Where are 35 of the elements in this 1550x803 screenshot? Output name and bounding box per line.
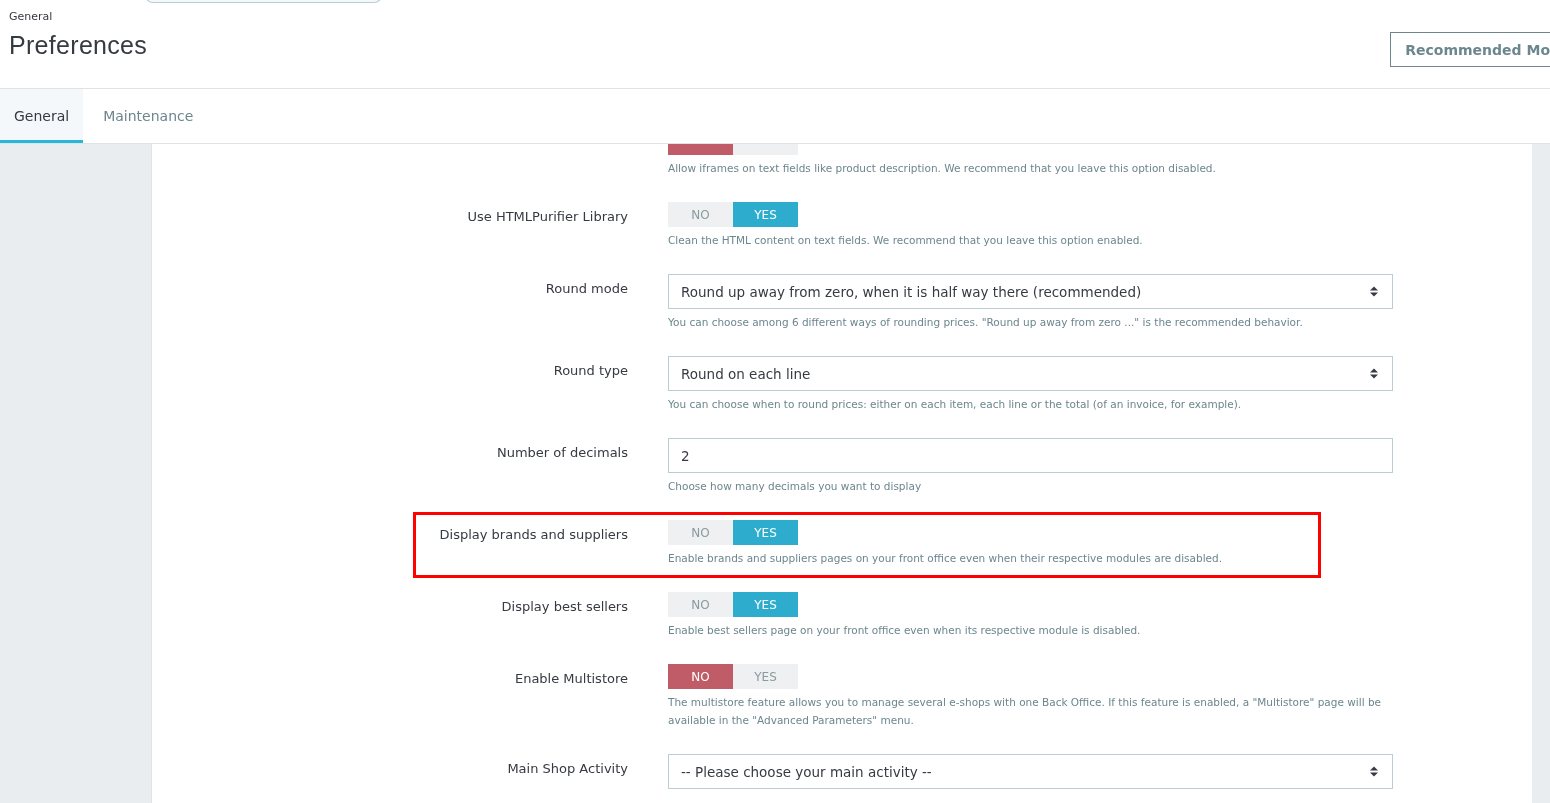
recommended-modules-button[interactable]: Recommended Mo [1390, 32, 1550, 67]
field-label: Main Shop Activity [507, 761, 628, 776]
select-field[interactable]: Round up away from zero, when it is half way there (recommended) [668, 274, 1393, 309]
yes-option[interactable]: YES [733, 664, 798, 689]
yes-option[interactable]: YES [733, 592, 798, 617]
yes-option[interactable]: YES [733, 202, 798, 227]
help-text: You can choose when to round prices: either on each item, each line or the total (of an invoice, for example). [668, 397, 1243, 412]
field-label: Display brands and suppliers [439, 527, 628, 542]
help-text: Allow iframes on text fields like product description. We recommend that you leave this option disabled. [668, 161, 1217, 176]
help-text: The multistore feature allows you to manage several e-shops with one Back Office. If this feature is enabled, a "Multistore" page will be available in the "Advanced Parameters" menu. [668, 695, 1383, 728]
select-field[interactable]: -- Please choose your main activity -- [668, 754, 1393, 789]
tab[interactable]: General [0, 89, 84, 143]
sort-caret-icon [1370, 766, 1378, 777]
yes-option[interactable]: YES [733, 520, 798, 545]
field-label: Display best sellers [501, 599, 628, 614]
field-label: Number of decimals [496, 445, 628, 460]
no-option[interactable]: NO [668, 592, 733, 617]
breadcrumb[interactable]: General [9, 10, 148, 23]
help-text: Choose how many decimals you want to display [668, 479, 923, 494]
help-text: You can choose among 6 different ways of rounding prices. "Round up away from zero ..." is the recommended behavior. [668, 315, 1304, 330]
help-text: Enable best sellers page on your front office even when its respective module is disabled. [668, 623, 1142, 638]
field-label: Round type [553, 363, 628, 378]
no-option[interactable]: NO [668, 664, 733, 689]
sort-caret-icon [1370, 368, 1378, 379]
help-text: Clean the HTML content on text fields. We recommend that you leave this option enabled. [668, 233, 1144, 248]
page-title: Preferences [9, 31, 148, 60]
input-field[interactable]: 2 [668, 438, 1393, 473]
sort-caret-icon [1370, 286, 1378, 297]
help-text: Enable brands and suppliers pages on your front office even when their respective modules are disabled. [668, 551, 1224, 566]
field-label: Round mode [545, 281, 628, 296]
field-label: Enable Multistore [514, 671, 628, 686]
no-option[interactable]: NO [668, 520, 733, 545]
no-option[interactable]: NO [668, 202, 733, 227]
select-field[interactable]: Round on each line [668, 356, 1393, 391]
field-label: Use HTMLPurifier Library [467, 209, 628, 224]
